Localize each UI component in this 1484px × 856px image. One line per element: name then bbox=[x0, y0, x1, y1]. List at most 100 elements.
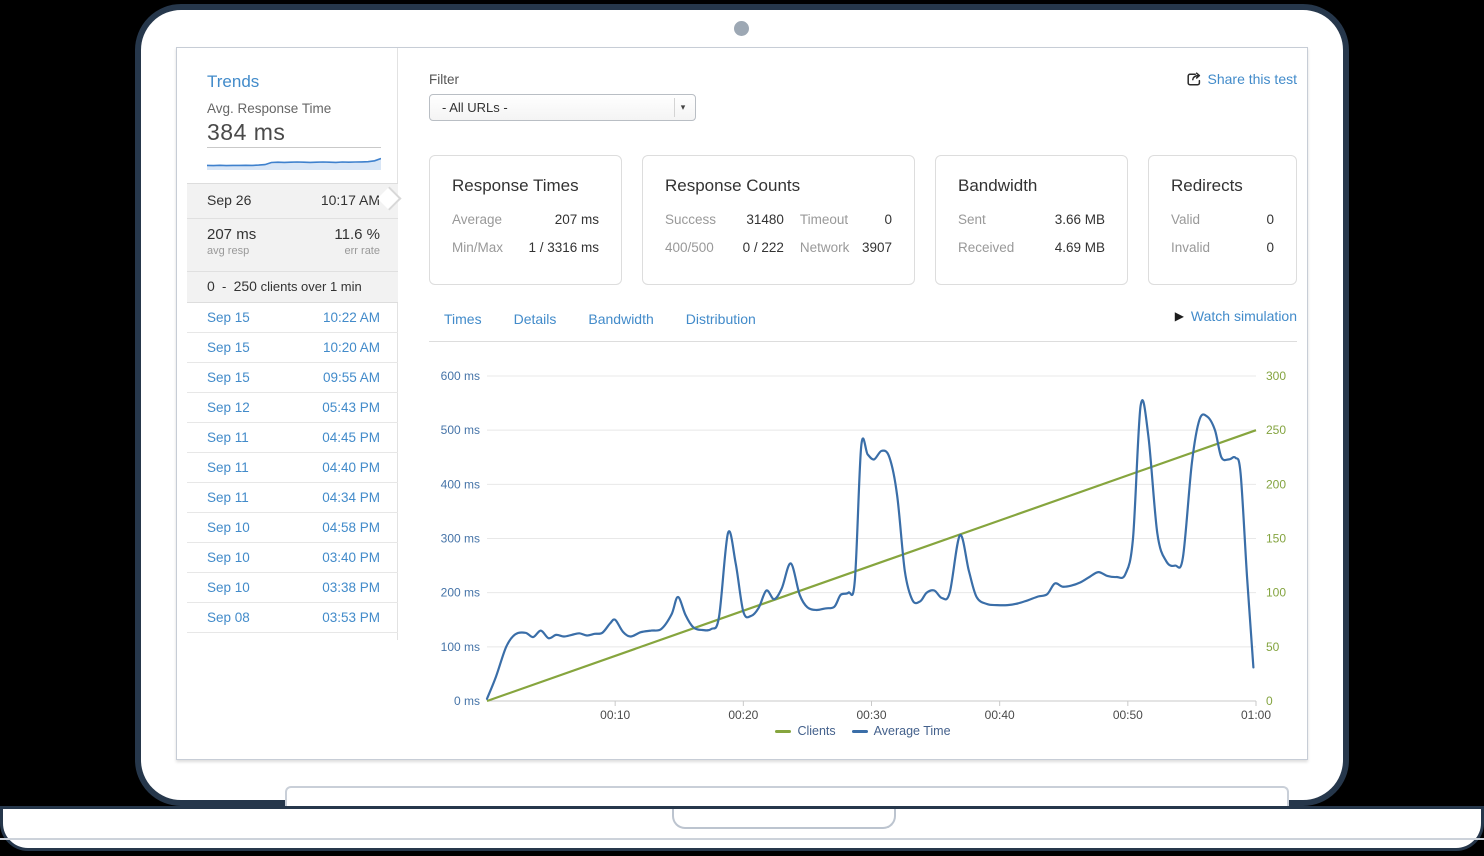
card-title: Bandwidth bbox=[958, 176, 1105, 196]
test-run-item[interactable]: Sep 15 10:22 AM bbox=[187, 303, 398, 333]
response-times-card: Response Times Average 207 ms Min/Max 1 / … bbox=[429, 155, 622, 285]
laptop-hinge bbox=[285, 786, 1289, 808]
run-date: Sep 08 bbox=[207, 610, 250, 625]
redirects-card: Redirects Valid0 Invalid0 bbox=[1148, 155, 1297, 285]
trends-title: Trends bbox=[207, 72, 259, 92]
run-time: 05:43 PM bbox=[322, 400, 380, 415]
share-test-link[interactable]: Share this test bbox=[1186, 71, 1298, 87]
run-time: 03:40 PM bbox=[322, 550, 380, 565]
svg-text:100 ms: 100 ms bbox=[441, 640, 480, 654]
test-run-item[interactable]: Sep 11 04:34 PM bbox=[187, 483, 398, 513]
selected-run-date: Sep 26 bbox=[207, 192, 251, 208]
svg-text:0: 0 bbox=[1266, 694, 1273, 708]
stat-value: 1 / 3316 ms bbox=[528, 240, 599, 255]
watch-simulation-label: Watch simulation bbox=[1191, 308, 1297, 324]
selected-test-run[interactable]: Sep 26 10:17 AM 207 ms 11.6 % avg resp e… bbox=[187, 183, 398, 303]
svg-text:400 ms: 400 ms bbox=[441, 477, 480, 491]
clients-dash: - bbox=[222, 279, 226, 294]
stat-value: 0 bbox=[1266, 240, 1274, 255]
svg-text:300 ms: 300 ms bbox=[441, 532, 480, 546]
legend-item-clients[interactable]: Clients bbox=[775, 724, 835, 738]
svg-text:50: 50 bbox=[1266, 640, 1280, 654]
selected-run-divider bbox=[187, 218, 398, 219]
svg-text:0 ms: 0 ms bbox=[454, 694, 480, 708]
svg-text:600 ms: 600 ms bbox=[441, 369, 480, 383]
avg-resp-label: avg resp bbox=[207, 245, 249, 257]
test-run-item[interactable]: Sep 11 04:45 PM bbox=[187, 423, 398, 453]
err-rate-label: err rate bbox=[345, 245, 380, 257]
stat-label: Success bbox=[665, 212, 716, 227]
run-date: Sep 12 bbox=[207, 400, 250, 415]
trends-sidebar: Trends Avg. Response Time 384 ms Sep 26 … bbox=[177, 48, 398, 640]
webcam-dot bbox=[734, 21, 749, 36]
run-time: 04:34 PM bbox=[322, 490, 380, 505]
stat-value: 31480 bbox=[746, 212, 784, 227]
url-filter-value: - All URLs - bbox=[442, 100, 508, 115]
stat-value: 0 / 222 bbox=[743, 240, 784, 255]
stat-value: 207 ms bbox=[555, 212, 599, 227]
svg-text:200 ms: 200 ms bbox=[441, 586, 480, 600]
run-time: 03:38 PM bbox=[322, 580, 380, 595]
run-time: 09:55 AM bbox=[323, 370, 380, 385]
selected-run-divider2 bbox=[187, 271, 398, 272]
clients-from: 0 bbox=[207, 278, 215, 294]
selected-avg-response: 207 ms bbox=[207, 226, 256, 243]
stat-label: Valid bbox=[1171, 212, 1200, 227]
clients-summary: 0 - 250 clients over 1 min bbox=[207, 278, 380, 294]
chevron-down-icon: ▾ bbox=[674, 98, 691, 117]
main-panel: Filter - All URLs - ▾ Share this test Re… bbox=[429, 48, 1297, 760]
chart-legend: Clients Average Time bbox=[429, 724, 1297, 738]
stat-value: 3907 bbox=[862, 240, 892, 255]
stat-label: Timeout bbox=[800, 212, 848, 227]
stat-label: Sent bbox=[958, 212, 986, 227]
svg-text:00:10: 00:10 bbox=[600, 708, 630, 722]
stat-label: 400/500 bbox=[665, 240, 714, 255]
svg-text:01:00: 01:00 bbox=[1241, 708, 1271, 722]
svg-text:100: 100 bbox=[1266, 586, 1286, 600]
tab-times[interactable]: Times bbox=[444, 311, 482, 327]
run-time: 04:58 PM bbox=[322, 520, 380, 535]
tab-details[interactable]: Details bbox=[514, 311, 557, 327]
run-date: Sep 10 bbox=[207, 520, 250, 535]
legend-item-average-time[interactable]: Average Time bbox=[852, 724, 951, 738]
stat-label: Min/Max bbox=[452, 240, 503, 255]
run-date: Sep 10 bbox=[207, 550, 250, 565]
legend-average-time-label: Average Time bbox=[874, 724, 951, 738]
test-run-item[interactable]: Sep 11 04:40 PM bbox=[187, 453, 398, 483]
filter-label: Filter bbox=[429, 72, 459, 87]
app-window: Trends Avg. Response Time 384 ms Sep 26 … bbox=[176, 47, 1308, 760]
selected-error-rate: 11.6 % bbox=[334, 226, 380, 243]
average-time-swatch bbox=[852, 730, 868, 733]
test-run-item[interactable]: Sep 10 03:40 PM bbox=[187, 543, 398, 573]
run-date: Sep 15 bbox=[207, 310, 250, 325]
share-icon bbox=[1186, 71, 1202, 87]
svg-text:200: 200 bbox=[1266, 477, 1286, 491]
stat-label: Received bbox=[958, 240, 1014, 255]
svg-text:00:30: 00:30 bbox=[856, 708, 886, 722]
test-run-item[interactable]: Sep 10 03:38 PM bbox=[187, 573, 398, 603]
times-chart-svg: 0 ms100 ms200 ms300 ms400 ms500 ms600 ms… bbox=[429, 352, 1297, 722]
tab-distribution[interactable]: Distribution bbox=[686, 311, 756, 327]
stat-value: 0 bbox=[884, 212, 892, 227]
clients-suffix: clients over 1 min bbox=[261, 279, 362, 294]
card-title: Response Times bbox=[452, 176, 599, 196]
tab-bandwidth[interactable]: Bandwidth bbox=[588, 311, 653, 327]
run-time: 10:20 AM bbox=[323, 340, 380, 355]
test-run-item[interactable]: Sep 08 03:53 PM bbox=[187, 603, 398, 633]
card-title: Redirects bbox=[1171, 176, 1274, 196]
test-run-item[interactable]: Sep 15 10:20 AM bbox=[187, 333, 398, 363]
svg-text:150: 150 bbox=[1266, 532, 1286, 546]
svg-text:250: 250 bbox=[1266, 423, 1286, 437]
test-run-item[interactable]: Sep 10 04:58 PM bbox=[187, 513, 398, 543]
run-date: Sep 11 bbox=[207, 490, 249, 505]
run-date: Sep 15 bbox=[207, 340, 250, 355]
test-run-item[interactable]: Sep 12 05:43 PM bbox=[187, 393, 398, 423]
test-run-item[interactable]: Sep 15 09:55 AM bbox=[187, 363, 398, 393]
bandwidth-card: Bandwidth Sent3.66 MB Received4.69 MB bbox=[935, 155, 1128, 285]
tabs-divider bbox=[429, 341, 1297, 342]
clients-swatch bbox=[775, 730, 791, 733]
stat-label: Average bbox=[452, 212, 502, 227]
url-filter-select[interactable]: - All URLs - ▾ bbox=[429, 94, 696, 121]
trend-sparkline bbox=[207, 151, 381, 171]
watch-simulation-link[interactable]: ▶ Watch simulation bbox=[1175, 308, 1297, 324]
